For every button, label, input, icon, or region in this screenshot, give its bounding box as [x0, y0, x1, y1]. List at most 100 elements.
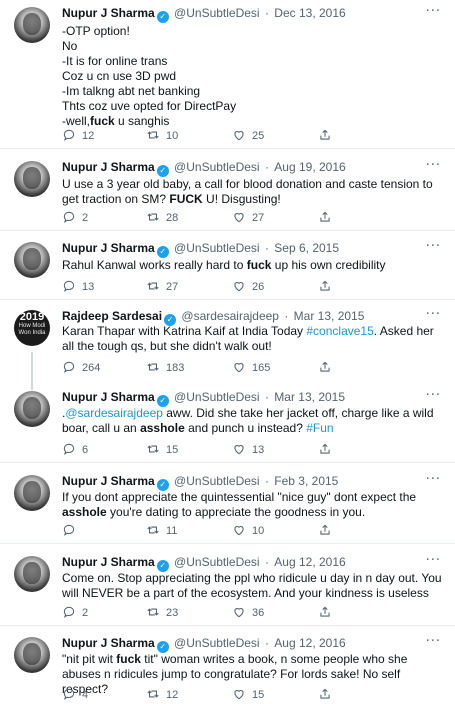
share-icon	[318, 128, 332, 142]
like-button[interactable]: 15	[232, 687, 264, 703]
tweet-text-bold: asshole	[140, 421, 185, 435]
tweet-date[interactable]: Feb 3, 2015	[274, 474, 338, 488]
more-options-icon[interactable]: ···	[426, 158, 441, 173]
share-icon	[318, 687, 332, 701]
like-button[interactable]: 25	[232, 128, 264, 144]
retweet-icon	[146, 523, 160, 537]
tweet-date[interactable]: Mar 13, 2015	[294, 309, 365, 323]
like-button[interactable]: 10	[232, 523, 264, 539]
share-button[interactable]	[318, 523, 338, 539]
share-button[interactable]	[318, 360, 338, 376]
share-button[interactable]	[318, 128, 338, 144]
more-options-icon[interactable]: ···	[426, 307, 441, 322]
avatar[interactable]	[14, 556, 50, 592]
share-icon	[318, 360, 332, 374]
tweet-date[interactable]: Mar 13, 2015	[274, 390, 345, 404]
reply-button[interactable]: 2	[62, 210, 88, 226]
tweet-text-segment: U! Disgusting!	[202, 192, 281, 206]
avatar[interactable]	[14, 161, 50, 197]
author-name[interactable]: Nupur J Sharma	[62, 241, 155, 255]
reply-count: 12	[82, 130, 95, 142]
header-separator: ·	[264, 555, 269, 569]
author-handle[interactable]: @UnSubtleDesi	[174, 6, 260, 20]
retweet-button[interactable]: 28	[146, 210, 178, 226]
reply-button[interactable]: 12	[62, 128, 94, 144]
retweet-button[interactable]: 12	[146, 687, 178, 703]
like-count: 13	[252, 444, 265, 456]
header-separator: ·	[264, 390, 269, 404]
reply-button[interactable]: 13	[62, 279, 94, 295]
like-count: 26	[252, 281, 265, 293]
retweet-icon	[146, 279, 160, 293]
author-name[interactable]: Nupur J Sharma	[62, 6, 155, 20]
avatar[interactable]	[14, 242, 50, 278]
tweet-separator	[0, 462, 455, 463]
author-handle[interactable]: @UnSubtleDesi	[174, 474, 260, 488]
like-count: 10	[252, 525, 265, 537]
reply-icon	[62, 128, 76, 142]
retweet-button[interactable]: 183	[146, 360, 184, 376]
retweet-button[interactable]: 15	[146, 442, 178, 458]
like-button[interactable]: 26	[232, 279, 264, 295]
more-options-icon[interactable]: ···	[426, 472, 441, 487]
retweet-button[interactable]: 23	[146, 605, 178, 621]
tweet-date[interactable]: Aug 12, 2016	[274, 636, 345, 650]
more-options-icon[interactable]: ···	[426, 634, 441, 649]
share-button[interactable]	[318, 442, 338, 458]
reply-icon	[62, 210, 76, 224]
like-button[interactable]: 36	[232, 605, 264, 621]
reply-count: 264	[82, 362, 101, 374]
author-handle[interactable]: @UnSubtleDesi	[174, 241, 260, 255]
avatar[interactable]	[14, 637, 50, 673]
share-button[interactable]	[318, 687, 338, 703]
author-name[interactable]: Nupur J Sharma	[62, 636, 155, 650]
share-icon	[318, 605, 332, 619]
tweet-link[interactable]: #Fun	[306, 421, 333, 435]
avatar[interactable]: 2019 How Modi Won India	[14, 310, 50, 346]
author-handle[interactable]: @UnSubtleDesi	[174, 390, 260, 404]
tweet-text: U use a 3 year old baby, a call for bloo…	[62, 177, 444, 207]
author-handle[interactable]: @UnSubtleDesi	[174, 636, 260, 650]
tweet-actions: 2 28 27	[62, 210, 362, 226]
tweet-date[interactable]: Aug 19, 2016	[274, 160, 345, 174]
share-icon	[318, 210, 332, 224]
like-button[interactable]: 165	[232, 360, 270, 376]
avatar[interactable]	[14, 475, 50, 511]
tweet-link[interactable]: #conclave15	[306, 324, 373, 338]
reply-button[interactable]	[62, 523, 82, 539]
tweet-link[interactable]: @sardesairajdeep	[65, 406, 163, 420]
author-name[interactable]: Nupur J Sharma	[62, 390, 155, 404]
reply-button[interactable]: 4	[62, 687, 88, 703]
share-button[interactable]	[318, 279, 338, 295]
retweet-button[interactable]: 11	[146, 523, 177, 539]
retweet-button[interactable]: 10	[146, 128, 178, 144]
author-handle[interactable]: @sardesairajdeep	[181, 309, 279, 323]
more-options-icon[interactable]: ···	[426, 4, 441, 19]
like-button[interactable]: 27	[232, 210, 264, 226]
author-name[interactable]: Rajdeep Sardesai	[62, 309, 162, 323]
share-button[interactable]	[318, 605, 338, 621]
tweet-text-bold: fuck	[246, 258, 272, 272]
tweet-date[interactable]: Sep 6, 2015	[274, 241, 339, 255]
author-name[interactable]: Nupur J Sharma	[62, 160, 155, 174]
author-handle[interactable]: @UnSubtleDesi	[174, 555, 260, 569]
author-name[interactable]: Nupur J Sharma	[62, 474, 155, 488]
reply-button[interactable]: 264	[62, 360, 100, 376]
share-button[interactable]	[318, 210, 338, 226]
reply-button[interactable]: 6	[62, 442, 88, 458]
avatar[interactable]	[14, 7, 50, 43]
tweet-date[interactable]: Dec 13, 2016	[274, 6, 345, 20]
more-options-icon[interactable]: ···	[426, 553, 441, 568]
author-handle[interactable]: @UnSubtleDesi	[174, 160, 260, 174]
author-name[interactable]: Nupur J Sharma	[62, 555, 155, 569]
more-options-icon[interactable]: ···	[426, 388, 441, 403]
more-options-icon[interactable]: ···	[426, 239, 441, 254]
tweet-actions: 11 10	[62, 523, 362, 539]
like-button[interactable]: 13	[232, 442, 264, 458]
avatar[interactable]	[14, 391, 50, 427]
tweet-date[interactable]: Aug 12, 2016	[274, 555, 345, 569]
tweet-text: .@sardesairajdeep aww. Did she take her …	[62, 406, 444, 436]
retweet-icon	[146, 605, 160, 619]
reply-button[interactable]: 2	[62, 605, 88, 621]
retweet-button[interactable]: 27	[146, 279, 178, 295]
